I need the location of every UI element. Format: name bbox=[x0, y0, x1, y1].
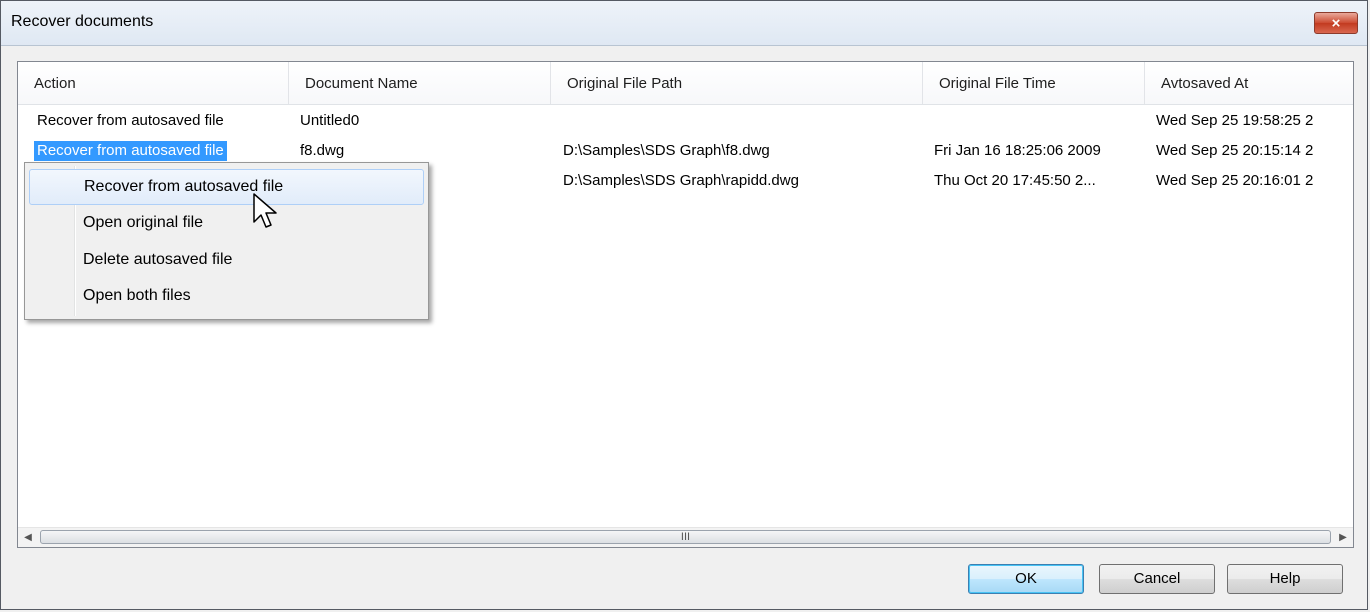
row-file-path: D:\Samples\SDS Graph\rapidd.dwg bbox=[563, 172, 799, 189]
cancel-button[interactable]: Cancel bbox=[1099, 564, 1215, 594]
context-menu: Recover from autosaved file Open origina… bbox=[24, 162, 429, 320]
table-row[interactable]: Recover from autosaved file f8.dwg D:\Sa… bbox=[18, 141, 1353, 161]
list-header: Action Document Name Original File Path … bbox=[18, 62, 1353, 105]
column-header-original-file-path[interactable]: Original File Path bbox=[551, 62, 923, 104]
mouse-pointer-icon bbox=[253, 193, 277, 228]
column-header-original-file-time[interactable]: Original File Time bbox=[923, 62, 1145, 104]
menu-item-open-both[interactable]: Open both files bbox=[29, 278, 424, 314]
scrollbar-grip-icon: III bbox=[680, 531, 691, 543]
menu-item-recover-from-autosaved[interactable]: Recover from autosaved file bbox=[29, 169, 424, 205]
table-row[interactable]: Recover from autosaved file Untitled0 We… bbox=[18, 111, 1353, 131]
row-document-name: Untitled0 bbox=[300, 112, 360, 129]
row-document-name: f8.dwg bbox=[300, 142, 345, 159]
help-button[interactable]: Help bbox=[1227, 564, 1343, 594]
column-header-autosaved-at[interactable]: Avtosaved At bbox=[1145, 62, 1353, 104]
close-button[interactable]: × bbox=[1314, 12, 1358, 34]
close-icon: × bbox=[1331, 15, 1341, 32]
row-file-time: Fri Jan 16 18:25:06 2009 bbox=[934, 142, 1101, 159]
row-autosaved-at: Wed Sep 25 20:15:14 2 bbox=[1156, 142, 1314, 159]
row-autosaved-at: Wed Sep 25 20:16:01 2 bbox=[1156, 172, 1314, 189]
menu-item-open-original[interactable]: Open original file bbox=[29, 205, 424, 241]
row-file-time: Thu Oct 20 17:45:50 2... bbox=[934, 172, 1096, 189]
row-action[interactable]: Recover from autosaved file bbox=[37, 111, 224, 131]
column-header-document-name[interactable]: Document Name bbox=[289, 62, 551, 104]
column-header-action[interactable]: Action bbox=[18, 62, 289, 104]
scroll-right-arrow-icon[interactable]: ▶ bbox=[1334, 528, 1352, 547]
title-bar[interactable]: Recover documents × bbox=[1, 1, 1367, 46]
row-autosaved-at: Wed Sep 25 19:58:25 2 bbox=[1156, 112, 1314, 129]
horizontal-scrollbar[interactable]: ◀ III ▶ bbox=[18, 527, 1353, 547]
scrollbar-thumb[interactable]: III bbox=[40, 530, 1331, 544]
row-file-path: D:\Samples\SDS Graph\f8.dwg bbox=[563, 142, 770, 159]
row-action[interactable]: Recover from autosaved file bbox=[34, 141, 227, 161]
scroll-left-arrow-icon[interactable]: ◀ bbox=[19, 528, 37, 547]
menu-item-delete-autosaved[interactable]: Delete autosaved file bbox=[29, 242, 424, 278]
ok-button[interactable]: OK bbox=[968, 564, 1084, 594]
dialog-title: Recover documents bbox=[11, 13, 154, 30]
